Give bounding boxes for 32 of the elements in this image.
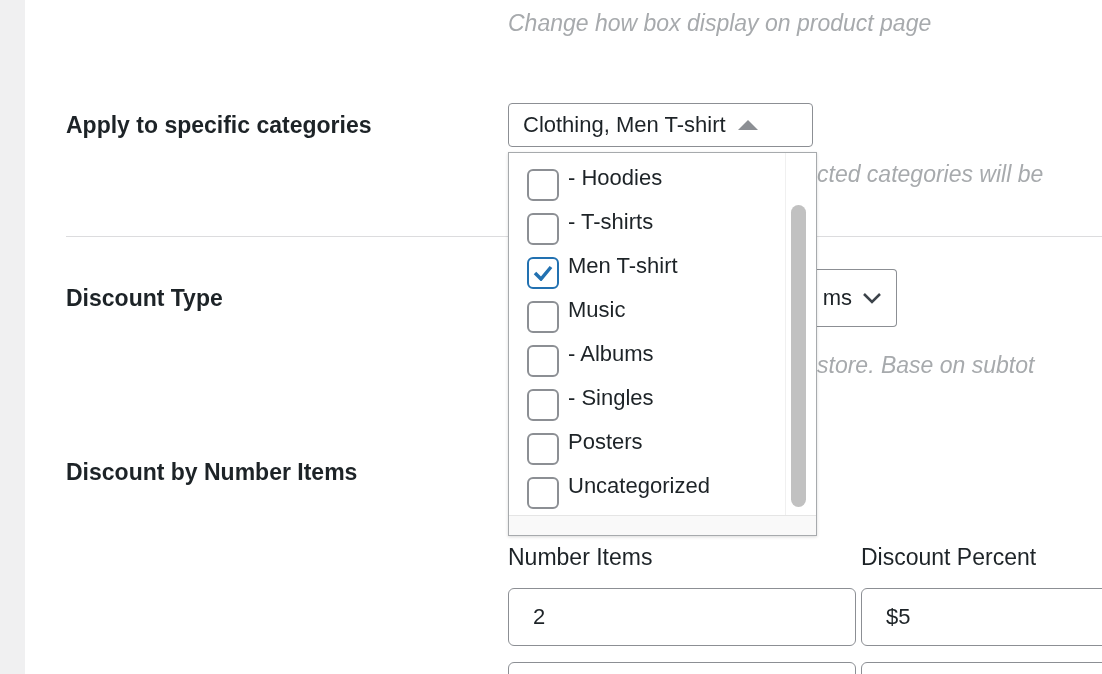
checkbox[interactable] <box>527 301 559 333</box>
category-option[interactable]: - T-shirts <box>509 201 785 245</box>
category-option[interactable]: Uncategorized <box>509 465 785 509</box>
field-label: Apply to specific categories <box>66 111 373 139</box>
checkbox[interactable] <box>527 169 559 201</box>
field-hint: Change how box display on product page <box>508 10 933 37</box>
caret-up-icon <box>737 120 758 130</box>
discount-type-select[interactable]: ms <box>817 269 897 327</box>
scrollbar-thumb[interactable] <box>791 205 806 507</box>
checkbox[interactable] <box>527 213 559 245</box>
category-option[interactable]: Posters <box>509 421 785 465</box>
checkbox[interactable] <box>527 477 559 509</box>
checkbox[interactable] <box>527 433 559 465</box>
input-field[interactable]: $5 <box>861 588 1102 646</box>
category-option[interactable]: - Singles <box>509 377 785 421</box>
category-option[interactable]: Music <box>509 289 785 333</box>
field-label: Discount Type <box>66 284 224 312</box>
field-label: Discount by Number Items <box>66 459 359 486</box>
checkbox[interactable] <box>527 257 559 289</box>
field-hint: cted categories will be <box>817 161 1045 188</box>
checkbox[interactable] <box>527 345 559 377</box>
category-select[interactable]: Clothing, Men T-shirt <box>508 103 813 147</box>
check-icon <box>533 265 553 281</box>
column-header: Discount Percent <box>861 544 1038 572</box>
input-field[interactable]: 2 <box>508 588 856 646</box>
field-hint: store. Base on subtot <box>817 352 1036 379</box>
category-option[interactable]: Men T-shirt <box>509 245 785 289</box>
category-option[interactable]: - Hoodies <box>509 157 785 201</box>
chevron-down-icon <box>862 292 882 304</box>
category-option[interactable]: - Albums <box>509 333 785 377</box>
checkbox[interactable] <box>527 389 559 421</box>
column-header: Number Items <box>508 544 654 572</box>
